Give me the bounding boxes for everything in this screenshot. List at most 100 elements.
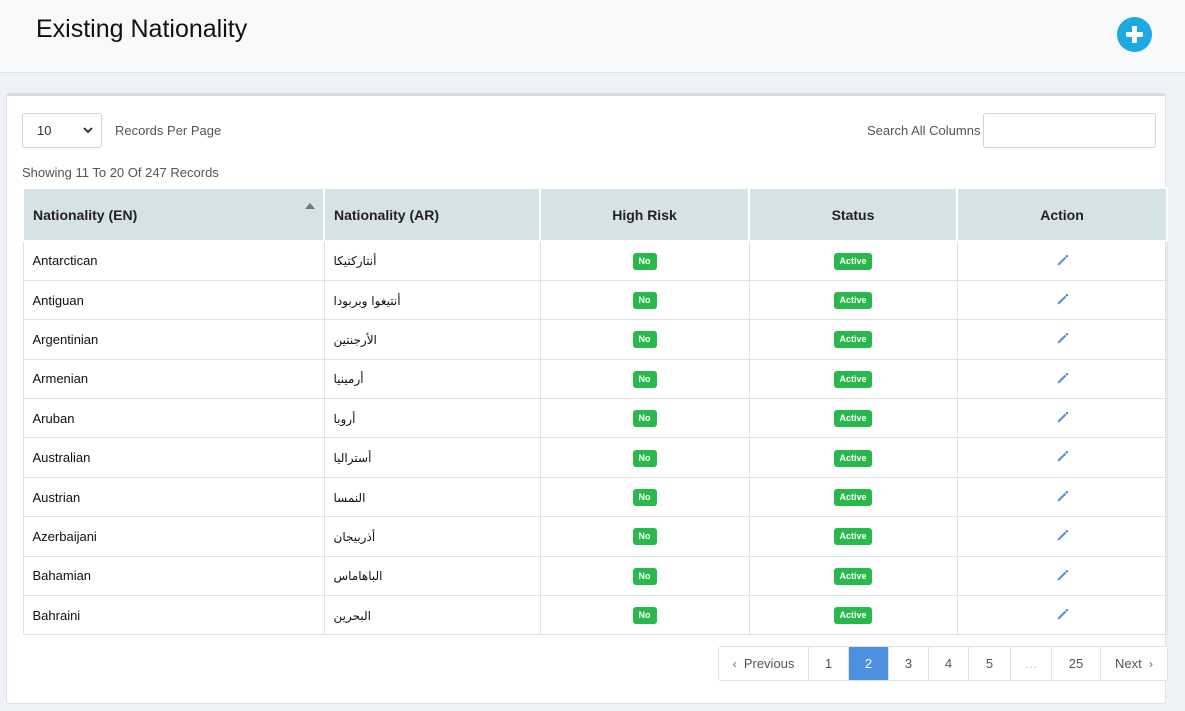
page-number: 1	[824, 656, 833, 671]
high-risk-badge: No	[632, 449, 657, 467]
search-input[interactable]	[983, 113, 1156, 148]
edit-pencil-icon[interactable]	[1054, 488, 1070, 504]
page-number: 5	[985, 656, 994, 671]
page-button[interactable]: 1	[809, 647, 849, 680]
nationality-en: Azerbaijani	[32, 528, 97, 544]
high-risk-cell: No	[539, 516, 750, 557]
nationality-en: Bahraini	[32, 607, 81, 623]
high-risk-badge: No	[632, 252, 657, 270]
column-header-label: High Risk	[612, 206, 677, 223]
nationality-en-cell: Armenian	[22, 358, 325, 400]
page-ellipsis: …	[1011, 647, 1052, 680]
high-risk-cell: No	[539, 398, 750, 439]
high-risk-cell: No	[539, 476, 750, 518]
edit-pencil-icon[interactable]	[1054, 291, 1070, 307]
status-badge: Active	[834, 252, 872, 270]
nationality-ar: أنتاركتيكا	[333, 254, 377, 269]
nationality-ar: البحرين	[333, 608, 371, 623]
nationality-en: Argentinian	[32, 331, 99, 347]
table-row: Antarctican أنتاركتيكا No Active	[22, 240, 1168, 281]
nationality-en-cell: Antiguan	[22, 279, 325, 321]
high-risk-badge: No	[632, 292, 657, 310]
nationality-ar: أرمينيا	[333, 372, 364, 387]
status-cell: Active	[748, 358, 958, 400]
high-risk-cell: No	[539, 319, 750, 360]
nationality-ar-cell: الباهاماس	[323, 555, 541, 597]
high-risk-cell: No	[539, 555, 750, 597]
high-risk-badge: No	[632, 607, 657, 625]
edit-pencil-icon[interactable]	[1054, 370, 1070, 386]
nationality-en-cell: Aruban	[22, 398, 325, 439]
page-number: 3	[904, 656, 913, 671]
nationality-ar: أروبا	[333, 411, 356, 426]
nationality-en: Aruban	[32, 410, 75, 426]
page-button[interactable]: 3	[889, 647, 929, 680]
page-title: Existing Nationality	[36, 15, 248, 43]
edit-pencil-icon[interactable]	[1054, 410, 1070, 426]
nationality-en-cell: Bahraini	[22, 595, 325, 636]
nationality-en-cell: Bahamian	[22, 555, 325, 597]
page-button[interactable]: 4	[929, 647, 969, 680]
nationality-ar: النمسا	[333, 490, 366, 505]
table-row: Australian أستراليا No Active	[22, 437, 1168, 478]
table-row: Azerbaijani أذربيجان No Active	[22, 516, 1168, 557]
column-header-high-risk[interactable]: High Risk	[539, 187, 750, 242]
nationality-en-cell: Antarctican	[22, 240, 325, 281]
sort-asc-icon[interactable]	[305, 203, 315, 209]
table-row: Antiguan أنتيغوا وبربودا No Active	[22, 279, 1168, 321]
action-cell	[956, 476, 1168, 518]
edit-pencil-icon[interactable]	[1054, 606, 1070, 622]
status-badge: Active	[834, 449, 872, 467]
column-header-nationality-ar[interactable]: Nationality (AR)	[323, 187, 541, 242]
nationality-ar-cell: النمسا	[323, 476, 541, 518]
column-header-nationality-en[interactable]: Nationality (EN)	[22, 187, 325, 242]
nationality-table: Nationality (EN) Nationality (AR) High R…	[22, 187, 1168, 636]
action-cell	[956, 240, 1168, 281]
chevron-left-icon: ‹	[732, 656, 737, 671]
edit-pencil-icon[interactable]	[1054, 567, 1070, 583]
edit-pencil-icon[interactable]	[1054, 331, 1070, 347]
column-header-label: Status	[831, 206, 875, 223]
nationality-en: Bahamian	[32, 568, 92, 584]
high-risk-badge: No	[632, 410, 657, 428]
page-button[interactable]: 25	[1052, 647, 1101, 680]
page-button-current[interactable]: 2	[849, 647, 889, 680]
status-cell: Active	[748, 319, 958, 360]
status-badge: Active	[834, 607, 872, 625]
edit-pencil-icon[interactable]	[1054, 252, 1070, 268]
previous-page-button[interactable]: ‹ Previous	[719, 647, 809, 680]
page-button[interactable]: 5	[969, 647, 1011, 680]
table-row: Austrian النمسا No Active	[22, 476, 1168, 518]
table-header-row: Nationality (EN) Nationality (AR) High R…	[22, 187, 1168, 242]
nationality-ar-cell: أستراليا	[323, 437, 541, 478]
chevron-right-icon: ›	[1148, 656, 1153, 671]
action-cell	[956, 437, 1168, 478]
status-cell: Active	[748, 476, 958, 518]
records-per-page-select[interactable]: 10	[22, 113, 102, 148]
status-badge: Active	[834, 410, 872, 428]
status-cell: Active	[748, 398, 958, 439]
page-number: 2	[864, 656, 873, 671]
edit-pencil-icon[interactable]	[1054, 449, 1070, 465]
table-row: Aruban أروبا No Active	[22, 398, 1168, 439]
column-header-status[interactable]: Status	[748, 187, 958, 242]
nationality-en-cell: Austrian	[22, 476, 325, 518]
nationality-ar: أنتيغوا وبربودا	[333, 293, 401, 308]
nationality-ar-cell: أروبا	[323, 398, 541, 439]
table-row: Armenian أرمينيا No Active	[22, 358, 1168, 400]
edit-pencil-icon[interactable]	[1054, 528, 1070, 544]
nationality-en: Austrian	[32, 489, 81, 505]
next-page-button[interactable]: Next ›	[1101, 647, 1167, 680]
high-risk-badge: No	[632, 567, 657, 585]
nationality-ar-cell: أرمينيا	[323, 358, 541, 400]
add-nationality-button[interactable]	[1117, 17, 1152, 52]
page-number: 4	[944, 656, 953, 671]
chevron-down-icon	[83, 127, 93, 134]
nationality-ar-cell: الأرجنتين	[323, 319, 541, 360]
status-badge: Active	[834, 567, 872, 585]
high-risk-cell: No	[539, 279, 750, 321]
nationality-ar-cell: أنتيغوا وبربودا	[323, 279, 541, 321]
page-number: 25	[1068, 656, 1084, 671]
nationality-ar: الباهاماس	[333, 569, 383, 584]
nationality-ar: أذربيجان	[333, 529, 376, 544]
